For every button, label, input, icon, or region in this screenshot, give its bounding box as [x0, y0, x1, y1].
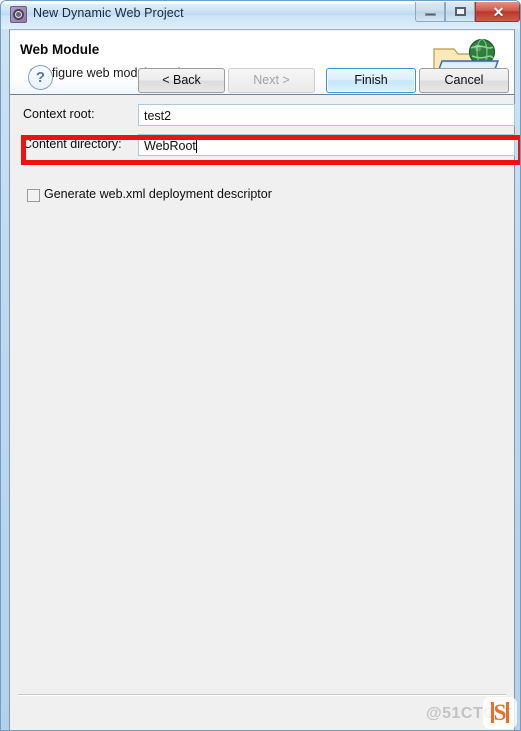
gear-icon: [10, 6, 27, 23]
cancel-button[interactable]: Cancel: [419, 68, 509, 93]
dialog-client-area: Web Module Configure web module settings…: [9, 29, 520, 730]
generate-webxml-row[interactable]: Generate web.xml deployment descriptor: [10, 186, 514, 206]
help-icon[interactable]: ?: [28, 65, 53, 90]
generate-webxml-label: Generate web.xml deployment descriptor: [44, 187, 272, 201]
context-root-input[interactable]: test2: [138, 104, 515, 126]
wizard-body: Context root: test2 Content directory: W…: [10, 96, 520, 667]
content-directory-input[interactable]: WebRoot: [138, 134, 515, 156]
content-directory-row: Content directory: WebRoot: [10, 134, 515, 158]
close-icon: ✕: [492, 4, 505, 20]
close-button[interactable]: ✕: [475, 2, 520, 22]
title-bar[interactable]: New Dynamic Web Project ✕: [1, 1, 520, 29]
gear-icon-inner: [16, 12, 21, 17]
footer-separator: [18, 694, 506, 696]
minimize-button[interactable]: [415, 2, 445, 22]
text-caret: [195, 139, 197, 153]
generate-webxml-checkbox[interactable]: [27, 189, 40, 202]
dialog-window: New Dynamic Web Project ✕ Web Module Con…: [0, 0, 521, 731]
window-title: New Dynamic Web Project: [33, 6, 184, 20]
context-root-label: Context root:: [23, 107, 95, 121]
finish-button[interactable]: Finish: [326, 68, 416, 93]
context-root-row: Context root: test2: [10, 104, 515, 128]
back-button[interactable]: < Back: [138, 68, 225, 93]
maximize-button[interactable]: [445, 2, 475, 22]
page-title: Web Module: [20, 42, 100, 57]
next-button: Next >: [228, 68, 315, 93]
maximize-icon: [455, 7, 466, 16]
content-directory-label: Content directory:: [23, 137, 122, 151]
minimize-icon: [425, 13, 436, 16]
content-directory-value: WebRoot: [144, 139, 196, 153]
